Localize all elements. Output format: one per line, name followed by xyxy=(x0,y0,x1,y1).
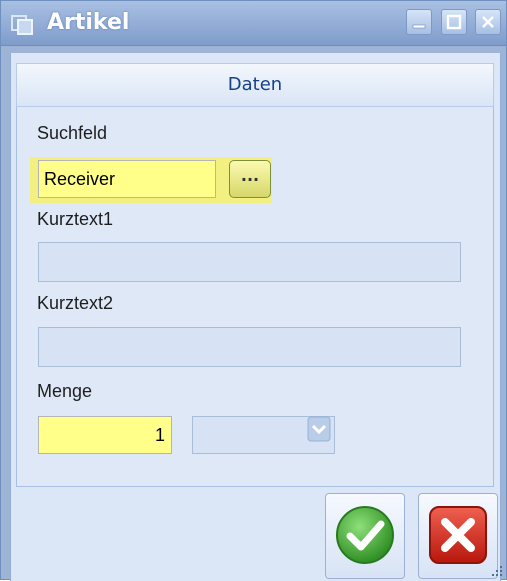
green-checkmark-icon xyxy=(336,506,394,564)
red-x-icon xyxy=(429,506,487,564)
resize-grip-icon[interactable] xyxy=(487,564,505,578)
kurztext2-input[interactable] xyxy=(38,327,461,367)
minimize-button[interactable] xyxy=(406,9,432,35)
chevron-down-icon[interactable] xyxy=(307,416,331,442)
menge-input[interactable]: 1 xyxy=(38,416,172,454)
minimize-icon xyxy=(412,24,426,29)
cancel-button[interactable] xyxy=(418,493,498,579)
kurztext2-label: Kurztext2 xyxy=(37,293,114,313)
maximize-button[interactable] xyxy=(441,9,467,35)
dialog-body: Daten Suchfeld Receiver ... Kurztext1 Ku… xyxy=(10,53,501,581)
close-button[interactable] xyxy=(475,9,501,35)
suchfeld-label: Suchfeld xyxy=(37,123,108,143)
section-header-daten: Daten xyxy=(16,63,494,107)
kurztext1-input[interactable] xyxy=(38,242,461,282)
app-window-icon xyxy=(11,15,33,35)
window-title: Artikel xyxy=(47,10,130,35)
suchfeld-input[interactable]: Receiver xyxy=(38,160,216,198)
kurztext1-label: Kurztext1 xyxy=(37,209,114,229)
close-icon xyxy=(482,16,494,28)
ok-button[interactable] xyxy=(325,493,405,579)
maximize-icon xyxy=(446,14,462,30)
artikel-window: Artikel Daten Suchfeld Receiver ... Kurz… xyxy=(0,0,507,581)
menge-label: Menge xyxy=(37,381,93,401)
suchfeld-lookup-button[interactable]: ... xyxy=(229,160,271,198)
title-bar[interactable]: Artikel xyxy=(1,1,506,46)
